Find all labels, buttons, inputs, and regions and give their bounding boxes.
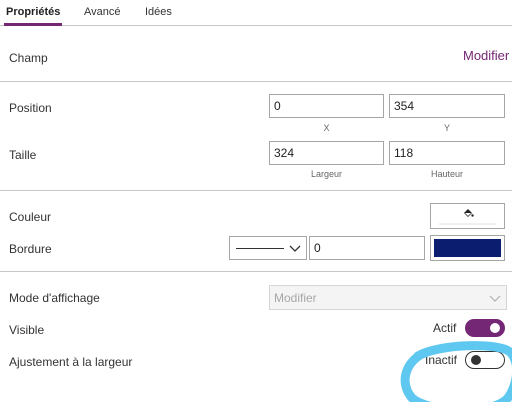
- tab-advanced[interactable]: Avancé: [84, 6, 121, 18]
- visible-toggle[interactable]: [465, 319, 505, 337]
- display-mode-value: Modifier: [274, 291, 317, 305]
- paint-bucket-icon: [464, 209, 474, 217]
- position-y-input[interactable]: [389, 94, 505, 118]
- field-label: Champ: [9, 51, 48, 65]
- field-edit-link[interactable]: Modifier: [463, 48, 509, 63]
- color-label: Couleur: [9, 210, 52, 224]
- position-x-input[interactable]: [269, 94, 384, 118]
- border-color-picker[interactable]: [430, 235, 505, 261]
- visible-label: Visible: [9, 323, 45, 337]
- size-height-caption: Hauteur: [430, 169, 464, 179]
- chevron-down-icon: [289, 245, 301, 252]
- tab-properties[interactable]: Propriétés: [6, 6, 60, 18]
- toggle-knob: [490, 323, 500, 333]
- tab-ideas[interactable]: Idées: [145, 6, 172, 18]
- display-mode-label: Mode d'affichage: [9, 291, 100, 305]
- border-style-dropdown[interactable]: [229, 236, 307, 260]
- chevron-down-icon: [489, 295, 501, 302]
- section-divider: [0, 81, 512, 82]
- position-label: Position: [9, 101, 52, 115]
- color-swatch: [439, 223, 496, 225]
- border-color-swatch: [434, 239, 501, 257]
- border-width-input[interactable]: [309, 236, 425, 260]
- section-divider: [0, 190, 512, 191]
- position-y-caption: Y: [443, 123, 450, 133]
- active-tab-indicator: [4, 23, 62, 26]
- tab-bar: Propriétés Avancé Idées: [0, 0, 512, 26]
- size-height-input[interactable]: [389, 141, 505, 165]
- display-mode-select: Modifier: [269, 285, 507, 310]
- fit-width-label: Ajustement à la largeur: [9, 355, 133, 369]
- size-width-caption: Largeur: [310, 169, 343, 179]
- fill-color-picker[interactable]: [430, 203, 505, 229]
- visible-state-label: Actif: [433, 321, 457, 335]
- border-style-preview: [236, 248, 284, 249]
- border-label: Bordure: [9, 242, 52, 256]
- size-label: Taille: [9, 148, 37, 162]
- annotation-highlight: [400, 341, 512, 402]
- size-width-input[interactable]: [269, 141, 384, 165]
- position-x-caption: X: [323, 123, 330, 133]
- section-divider: [0, 271, 512, 272]
